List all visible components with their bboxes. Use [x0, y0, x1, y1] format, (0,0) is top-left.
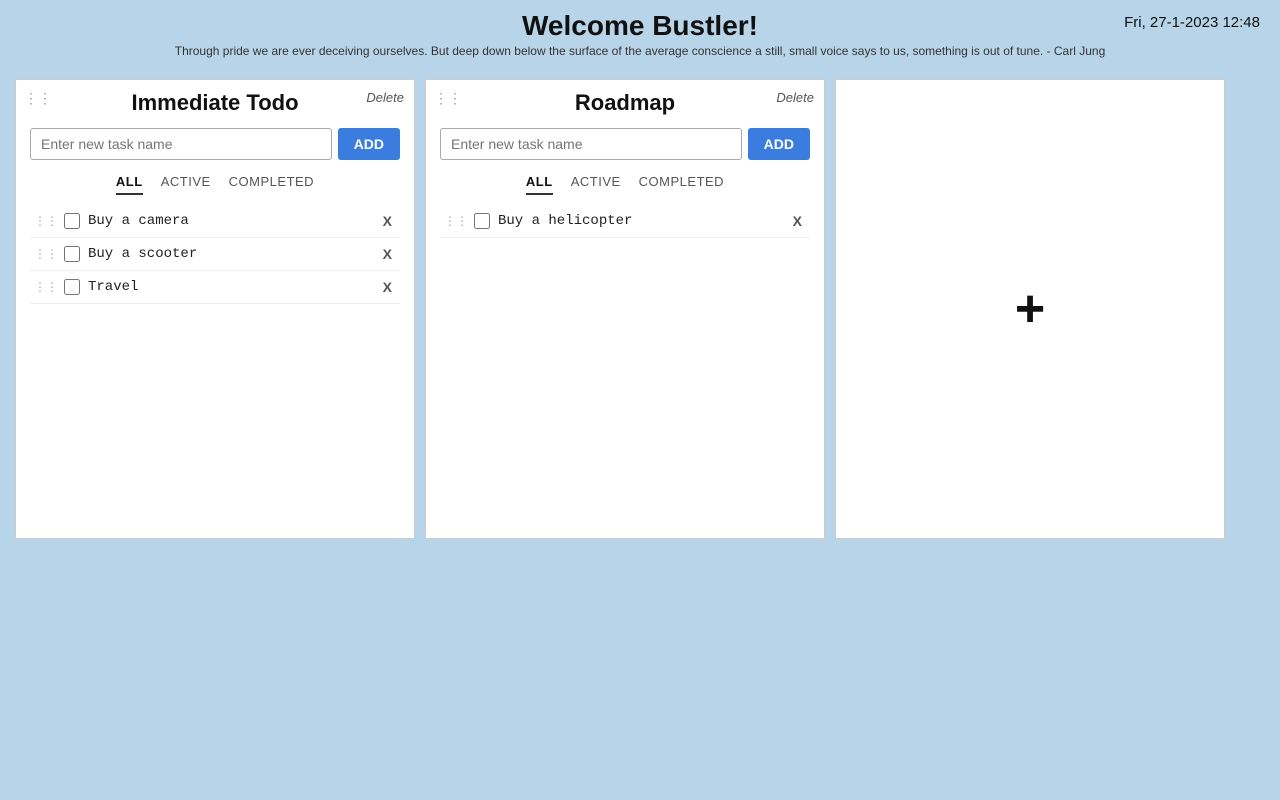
drag-handle-icon[interactable]: ⋮⋮ — [434, 90, 462, 107]
card-2-tab-all[interactable]: ALL — [526, 174, 553, 195]
delete-card-2-button[interactable]: Delete — [776, 90, 814, 105]
card-2-task-list: ⋮⋮ Buy a helicopterX — [440, 205, 810, 238]
task-label: Travel — [88, 279, 379, 295]
main-area: ⋮⋮DeleteImmediate TodoADDALLACTIVECOMPLE… — [0, 64, 1280, 544]
card-2-tabs: ALL ACTIVE COMPLETED — [440, 174, 810, 195]
todo-card-1: ⋮⋮ DeleteImmediate Todo ADD ALL ACTIVE COMPLE… — [15, 79, 415, 539]
task-item: ⋮⋮ Buy a scooterX — [30, 238, 400, 271]
card-1-input-row: ADD — [30, 128, 400, 160]
task-checkbox-t1[interactable] — [64, 213, 80, 229]
task-delete-t4-button[interactable]: X — [789, 213, 806, 229]
drag-handle-icon[interactable]: ⋮⋮ — [24, 90, 52, 107]
task-label: Buy a scooter — [88, 246, 379, 262]
card-1-tab-completed[interactable]: COMPLETED — [229, 174, 314, 195]
app-header: Welcome Bustler! Through pride we are ev… — [0, 0, 1280, 64]
card-1-tab-all[interactable]: ALL — [116, 174, 143, 195]
card-2-tab-active[interactable]: ACTIVE — [571, 174, 621, 195]
card-1-task-list: ⋮⋮Buy a cameraX⋮⋮Buy a scooterX⋮⋮TravelX — [30, 205, 400, 304]
add-new-card-button[interactable]: + — [835, 79, 1225, 539]
delete-card-1-button[interactable]: Delete — [366, 90, 404, 105]
task-label: Buy a helicopter — [498, 213, 789, 229]
task-drag-icon[interactable]: ⋮⋮ — [34, 280, 58, 295]
task-delete-t3-button[interactable]: X — [379, 279, 396, 295]
task-checkbox-t4[interactable] — [474, 213, 490, 229]
card-2-add-button[interactable]: ADD — [748, 128, 810, 160]
card-2-input-row: ADD — [440, 128, 810, 160]
task-label: Buy a camera — [88, 213, 379, 229]
task-delete-t1-button[interactable]: X — [379, 213, 396, 229]
card-1-add-button[interactable]: ADD — [338, 128, 400, 160]
card-1-title: Immediate Todo — [30, 90, 400, 116]
header-datetime: Fri, 27-1-2023 12:48 — [1124, 14, 1260, 31]
card-2-title: Roadmap — [440, 90, 810, 116]
task-drag-icon[interactable]: ⋮⋮ — [444, 214, 468, 229]
card-1-task-input[interactable] — [30, 128, 332, 160]
task-delete-t2-button[interactable]: X — [379, 246, 396, 262]
task-checkbox-t3[interactable] — [64, 279, 80, 295]
task-item: ⋮⋮ Buy a cameraX — [30, 205, 400, 238]
card-1-tabs: ALL ACTIVE COMPLETED — [30, 174, 400, 195]
card-1-tab-active[interactable]: ACTIVE — [161, 174, 211, 195]
plus-icon: + — [1015, 283, 1045, 335]
task-item: ⋮⋮ TravelX — [30, 271, 400, 304]
task-drag-icon[interactable]: ⋮⋮ — [34, 214, 58, 229]
task-drag-icon[interactable]: ⋮⋮ — [34, 247, 58, 262]
card-2-task-input[interactable] — [440, 128, 742, 160]
todo-card-2: ⋮⋮ DeleteRoadmap ADD ALL ACTIVE COMPLETED ⋮⋮ Bu… — [425, 79, 825, 539]
task-item: ⋮⋮ Buy a helicopterX — [440, 205, 810, 238]
app-title: Welcome Bustler! — [20, 10, 1260, 42]
task-checkbox-t2[interactable] — [64, 246, 80, 262]
card-2-tab-completed[interactable]: COMPLETED — [639, 174, 724, 195]
header-quote: Through pride we are ever deceiving ours… — [20, 44, 1260, 58]
